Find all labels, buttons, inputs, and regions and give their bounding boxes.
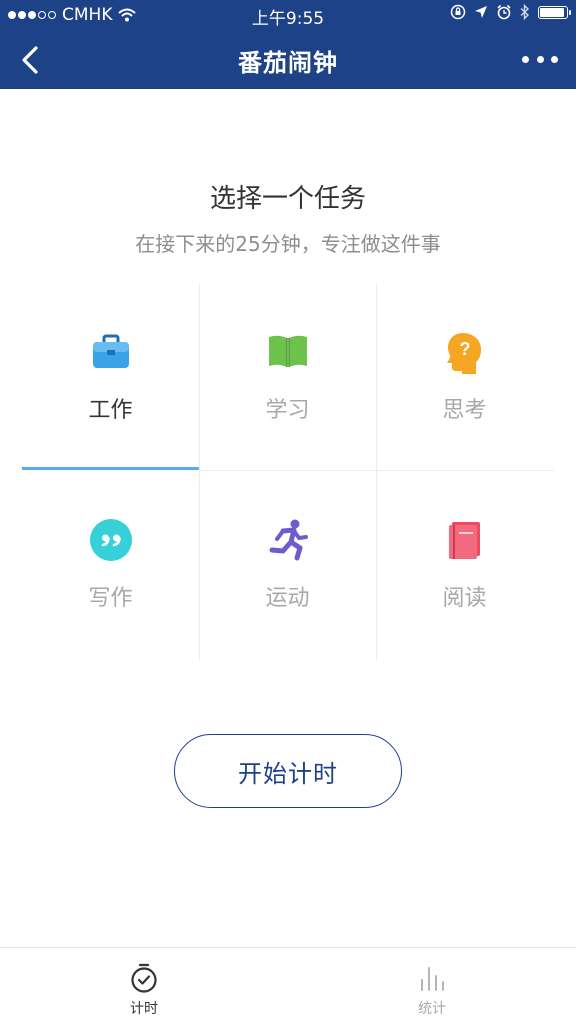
open-book-icon xyxy=(199,330,376,374)
tab-label: 统计 xyxy=(418,1001,446,1017)
task-label: 工作 xyxy=(88,398,133,423)
app-header: CMHK 上午9:55 番茄闹钟 xyxy=(0,0,576,89)
task-work[interactable]: 工作 xyxy=(22,284,199,472)
more-options-button[interactable] xyxy=(522,50,558,68)
task-study[interactable]: 学习 xyxy=(199,284,376,472)
location-arrow-icon xyxy=(475,6,487,18)
tab-timer[interactable]: 计时 xyxy=(84,948,204,1025)
battery-icon xyxy=(538,5,571,19)
task-sport[interactable]: 运动 xyxy=(199,472,376,660)
task-reading[interactable]: 阅读 xyxy=(376,472,553,660)
task-label: 思考 xyxy=(442,398,487,423)
navigation-bar: 番茄闹钟 xyxy=(0,30,576,89)
tab-label: 计时 xyxy=(130,1001,158,1017)
start-timer-button[interactable]: 开始计时 xyxy=(174,734,402,808)
task-label: 运动 xyxy=(265,586,310,611)
stopwatch-icon xyxy=(84,962,204,994)
bluetooth-icon xyxy=(520,4,530,20)
book-icon xyxy=(376,518,553,562)
thinking-head-icon: ? xyxy=(376,330,553,374)
running-person-icon xyxy=(199,518,376,562)
task-grid: 工作 学习 ? 思考 写作 运动 阅读 xyxy=(22,284,554,660)
task-think[interactable]: ? 思考 xyxy=(376,284,553,472)
more-dots-icon xyxy=(522,55,529,63)
task-label: 学习 xyxy=(265,398,310,423)
quote-icon xyxy=(22,518,199,562)
selected-indicator xyxy=(22,467,199,470)
task-heading: 选择一个任务 xyxy=(209,184,366,214)
status-bar: CMHK 上午9:55 xyxy=(0,0,576,30)
tab-bar: 计时 统计 xyxy=(0,947,576,1025)
bar-chart-icon xyxy=(372,962,492,994)
alarm-icon xyxy=(497,4,511,20)
rotation-lock-icon xyxy=(450,4,466,20)
svg-text:?: ? xyxy=(459,339,470,359)
status-icons xyxy=(450,4,571,20)
task-subheading: 在接下来的25分钟，专注做这件事 xyxy=(135,232,441,256)
briefcase-icon xyxy=(22,330,199,374)
task-label: 写作 xyxy=(88,586,133,611)
tab-statistics[interactable]: 统计 xyxy=(372,948,492,1025)
page-title: 番茄闹钟 xyxy=(238,49,338,77)
task-label: 阅读 xyxy=(442,586,487,611)
task-writing[interactable]: 写作 xyxy=(22,472,199,660)
